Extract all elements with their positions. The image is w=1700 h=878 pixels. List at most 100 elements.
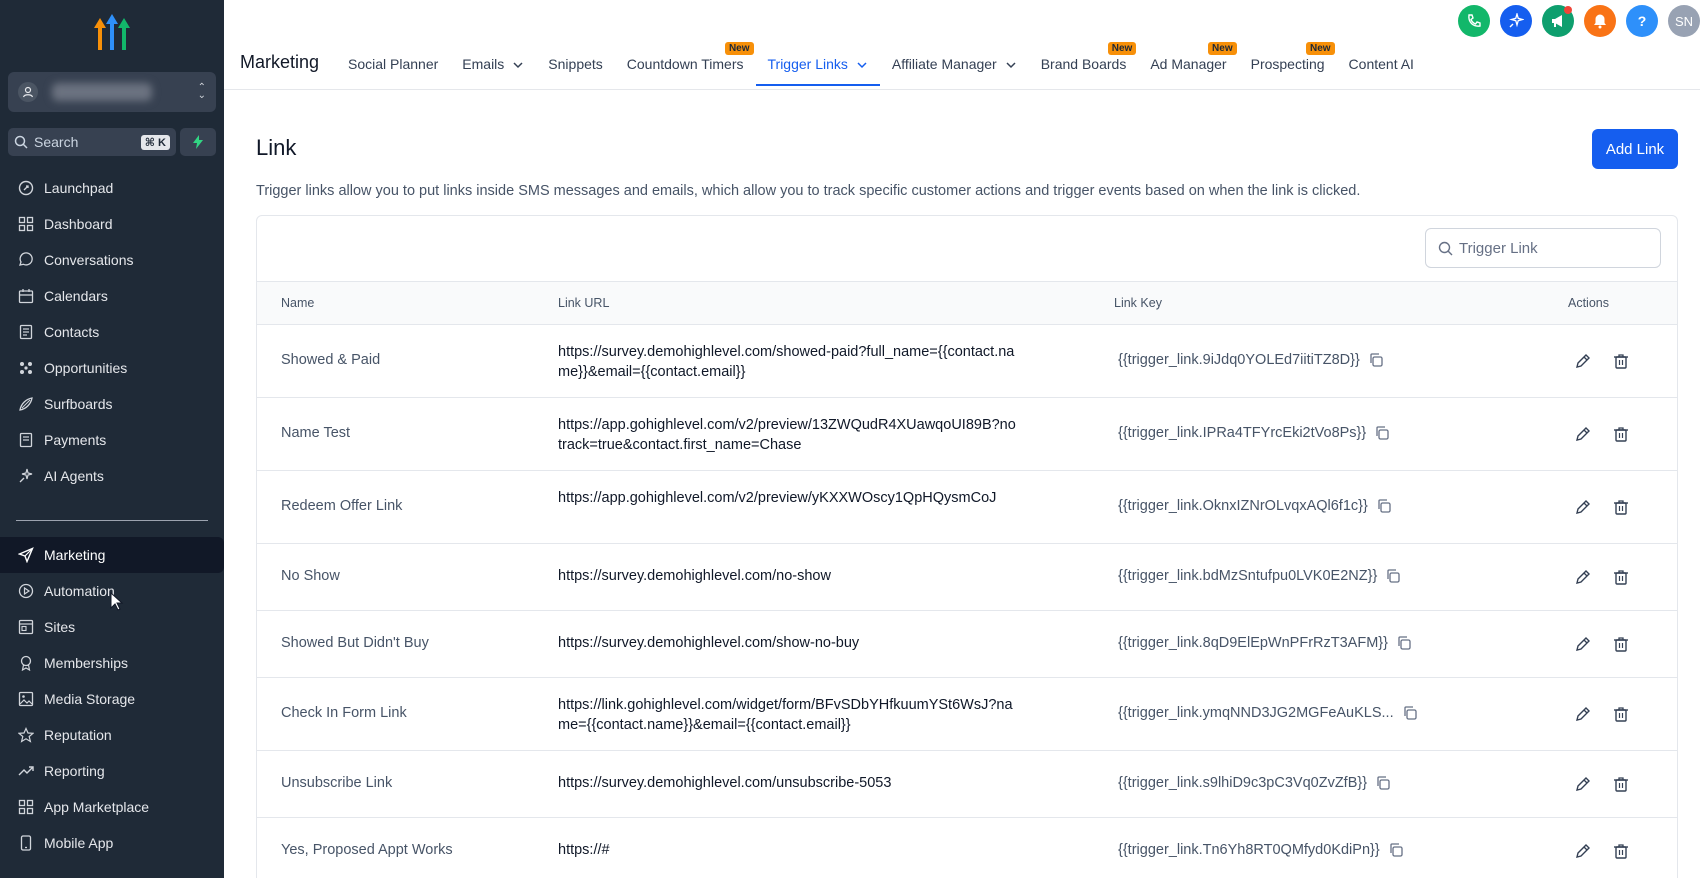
sidebar-item-calendars[interactable]: Calendars	[0, 278, 224, 314]
edit-icon[interactable]	[1574, 425, 1592, 443]
column-header-url: Link URL	[558, 296, 610, 310]
column-header-actions: Actions	[1568, 296, 1609, 310]
link-key: {{trigger_link.s9lhiD9c3pC3Vq0ZvZfB}}	[1118, 775, 1391, 791]
sidebar-item-label: Surfboards	[44, 396, 113, 412]
trigger-link-search-input[interactable]: Trigger Link	[1425, 228, 1661, 268]
row-actions	[1574, 568, 1630, 586]
row-actions	[1574, 842, 1630, 860]
sidebar-item-payments[interactable]: Payments	[0, 422, 224, 458]
user-avatar[interactable]: SN	[1668, 5, 1700, 37]
sidebar-item-opportunities[interactable]: Opportunities	[0, 350, 224, 386]
link-name: No Show	[281, 568, 340, 584]
tab-label: Trigger Links	[767, 56, 848, 72]
link-key: {{trigger_link.OknxIZNrOLvqxAQl6f1c}}	[1118, 498, 1392, 514]
chevron-up-down-icon: ⌃ ⌄	[197, 82, 206, 101]
table-row: Showed & Paid https://survey.demohighlev…	[257, 325, 1677, 398]
tab-social-planner[interactable]: Social Planner	[336, 48, 450, 86]
row-actions	[1574, 425, 1630, 443]
copy-icon[interactable]	[1376, 498, 1392, 514]
delete-icon[interactable]	[1612, 635, 1630, 653]
tab-content-ai[interactable]: Content AI	[1337, 48, 1426, 86]
ai-sparkle-icon	[16, 466, 36, 486]
delete-icon[interactable]	[1612, 352, 1630, 370]
sidebar-item-label: Contacts	[44, 324, 100, 340]
delete-icon[interactable]	[1612, 842, 1630, 860]
sidebar-item-reporting[interactable]: Reporting	[0, 753, 224, 789]
sidebar-item-launchpad[interactable]: Launchpad	[0, 170, 224, 206]
delete-icon[interactable]	[1612, 498, 1630, 516]
edit-icon[interactable]	[1574, 498, 1592, 516]
surfboard-icon	[16, 394, 36, 414]
ai-assistant-button[interactable]	[1500, 5, 1532, 37]
copy-icon[interactable]	[1375, 775, 1391, 791]
delete-icon[interactable]	[1612, 775, 1630, 793]
chevron-down-icon	[857, 62, 867, 69]
row-actions	[1574, 635, 1630, 653]
edit-icon[interactable]	[1574, 705, 1592, 723]
sidebar-item-label: Conversations	[44, 252, 134, 268]
tab-snippets[interactable]: Snippets	[536, 48, 614, 86]
section-title: Marketing	[240, 52, 320, 72]
sidebar-item-mobile-app[interactable]: Mobile App	[0, 825, 224, 861]
add-link-button[interactable]: Add Link	[1592, 129, 1678, 169]
search-placeholder: Trigger Link	[1459, 239, 1538, 257]
link-url: https://app.gohighlevel.com/v2/preview/1…	[558, 417, 1016, 453]
link-name: Name Test	[281, 425, 351, 441]
copy-icon[interactable]	[1385, 568, 1401, 584]
quick-actions-button[interactable]	[180, 128, 216, 156]
sidebar-item-app-marketplace[interactable]: App Marketplace	[0, 789, 224, 825]
sidebar-search-input[interactable]: Search ⌘ K	[8, 128, 176, 156]
sidebar-item-marketing[interactable]: Marketing	[0, 537, 224, 573]
notifications-button[interactable]	[1584, 5, 1616, 37]
sidebar-item-dashboard[interactable]: Dashboard	[0, 206, 224, 242]
table-row: Unsubscribe Link https://survey.demohigh…	[257, 751, 1677, 818]
tab-ad-manager[interactable]: Ad Manager New	[1138, 42, 1238, 86]
sidebar-item-media-storage[interactable]: Media Storage	[0, 681, 224, 717]
copy-icon[interactable]	[1368, 352, 1384, 368]
edit-icon[interactable]	[1574, 775, 1592, 793]
row-actions	[1574, 775, 1630, 793]
link-key: {{trigger_link.IPRa4TFYrcEki2tVo8Ps}}	[1118, 425, 1390, 441]
tab-prospecting[interactable]: Prospecting New	[1239, 42, 1337, 86]
edit-icon[interactable]	[1574, 568, 1592, 586]
trend-icon	[16, 761, 36, 781]
copy-icon[interactable]	[1396, 635, 1412, 651]
edit-icon[interactable]	[1574, 635, 1592, 653]
copy-icon[interactable]	[1388, 842, 1404, 858]
link-name: Showed & Paid	[281, 352, 381, 368]
sidebar-item-label: Marketing	[44, 547, 106, 563]
sidebar-item-surfboards[interactable]: Surfboards	[0, 386, 224, 422]
tab-label: Affiliate Manager	[891, 56, 997, 72]
edit-icon[interactable]	[1574, 842, 1592, 860]
delete-icon[interactable]	[1612, 425, 1630, 443]
edit-icon[interactable]	[1574, 352, 1592, 370]
sidebar-item-memberships[interactable]: Memberships	[0, 645, 224, 681]
sidebar-item-sites[interactable]: Sites	[0, 609, 224, 645]
sidebar-item-label: Calendars	[44, 288, 108, 304]
sidebar-item-reputation[interactable]: Reputation	[0, 717, 224, 753]
tab-affiliate-manager[interactable]: Affiliate Manager	[880, 48, 1029, 86]
tab-emails[interactable]: Emails	[450, 48, 536, 86]
app-logo[interactable]	[90, 14, 134, 54]
notification-dot	[1564, 6, 1572, 14]
tab-label: Snippets	[548, 56, 603, 72]
link-url: https://survey.demohighlevel.com/showed-…	[558, 344, 1015, 380]
account-switcher[interactable]: ⌃ ⌄	[8, 72, 216, 112]
tab-brand-boards[interactable]: Brand Boards New	[1029, 42, 1139, 86]
delete-icon[interactable]	[1612, 705, 1630, 723]
copy-icon[interactable]	[1374, 425, 1390, 441]
tab-countdown-timers[interactable]: Countdown Timers New	[615, 42, 756, 86]
sidebar-item-contacts[interactable]: Contacts	[0, 314, 224, 350]
delete-icon[interactable]	[1612, 568, 1630, 586]
link-name: Unsubscribe Link	[281, 775, 393, 791]
copy-icon[interactable]	[1402, 705, 1418, 721]
sidebar-item-label: Opportunities	[44, 360, 128, 376]
sidebar-item-ai-agents[interactable]: AI Agents	[0, 458, 224, 494]
announcements-button[interactable]	[1542, 5, 1574, 37]
link-key: {{trigger_link.ymqNND3JG2MGFeAuKLS...	[1118, 705, 1418, 721]
phone-button[interactable]	[1458, 5, 1490, 37]
tab-trigger-links[interactable]: Trigger Links	[755, 48, 880, 86]
help-button[interactable]: ?	[1626, 5, 1658, 37]
sidebar-item-conversations[interactable]: Conversations	[0, 242, 224, 278]
sidebar-item-label: Reporting	[44, 763, 105, 779]
